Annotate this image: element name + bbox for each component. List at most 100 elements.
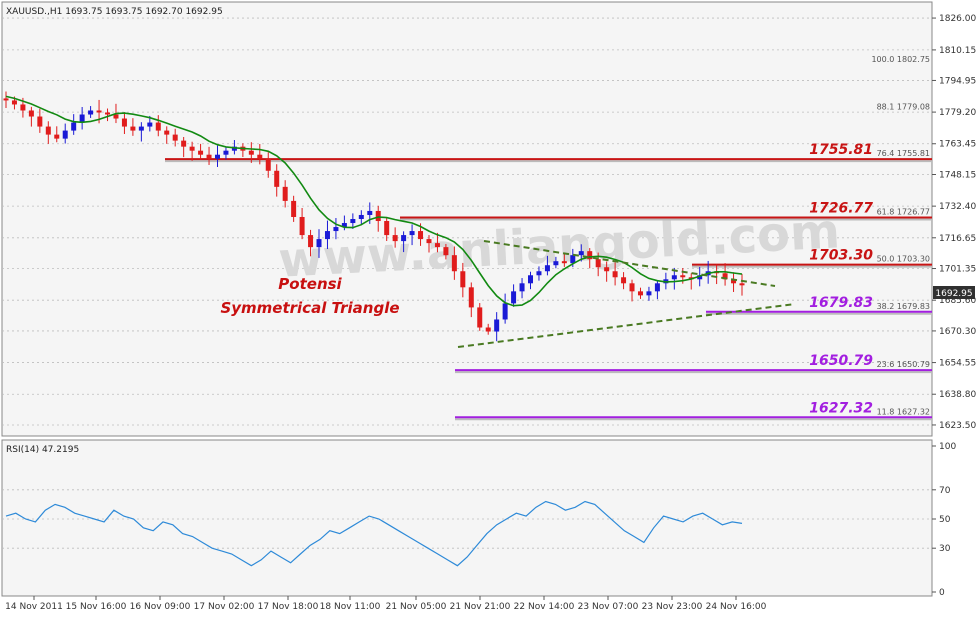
candle-body	[28, 110, 34, 117]
candle-body	[502, 303, 508, 320]
fib-label: 23.6 1650.79	[877, 360, 930, 369]
candle-body	[54, 134, 60, 139]
candle-body	[536, 271, 542, 276]
candle-body	[654, 283, 660, 292]
candle-body	[257, 154, 263, 159]
candle-body	[71, 122, 77, 131]
rsi-plot-area[interactable]	[1, 439, 933, 597]
candle-body	[96, 110, 102, 113]
candle-body	[443, 247, 449, 256]
fib-label: 88.1 1779.08	[877, 102, 930, 111]
candle-body	[130, 126, 136, 131]
fib-label: 50.0 1703.30	[877, 255, 930, 264]
time-tick-label: 18 Nov 11:00	[320, 602, 381, 612]
candle-body	[350, 219, 356, 224]
candle-body	[646, 291, 652, 296]
candle-body	[680, 275, 686, 278]
price-tick-label: 1732.40	[939, 202, 976, 212]
price-tick-label: 1670.30	[939, 327, 976, 337]
candle-body	[274, 170, 280, 187]
candle-body	[358, 214, 364, 219]
candle-body	[511, 291, 517, 304]
rsi-tick-label: 70	[939, 486, 951, 496]
candle-body	[637, 291, 643, 296]
rsi-axis: 100 70 50 30 0	[932, 442, 956, 598]
fib-label: 100.0 1802.75	[871, 55, 930, 64]
candle-body	[20, 104, 26, 111]
price-tick-label: 1638.80	[939, 390, 976, 400]
candle-body	[384, 221, 390, 236]
candle-body	[282, 186, 288, 201]
level-value-label: 1755.81	[809, 142, 873, 158]
candle-body	[189, 146, 195, 151]
candle-body	[401, 235, 407, 242]
fib-label: 11.8 1627.32	[877, 407, 930, 416]
fib-label: 76.4 1755.81	[877, 149, 930, 158]
candle-body	[62, 130, 68, 139]
candle-body	[138, 126, 144, 131]
candle-body	[11, 100, 17, 105]
candle-body	[434, 243, 440, 248]
time-tick-label: 24 Nov 16:00	[706, 602, 767, 612]
candle-body	[451, 255, 457, 272]
level-value-label: 1726.77	[809, 200, 873, 216]
candle-body	[308, 235, 314, 248]
candle-body	[299, 216, 305, 236]
candle-body	[248, 150, 254, 155]
time-tick-label: 21 Nov 21:00	[450, 602, 511, 612]
level-value-label: 1650.79	[809, 353, 873, 369]
candle-body	[528, 275, 534, 284]
time-tick-label: 22 Nov 14:00	[514, 602, 575, 612]
candle-body	[147, 122, 153, 127]
candle-body	[333, 227, 339, 232]
fib-label: 61.8 1726.77	[877, 207, 930, 216]
level-value-label: 1679.83	[809, 295, 873, 311]
candle-body	[621, 277, 627, 284]
candle-body	[367, 210, 373, 215]
candle-body	[198, 150, 204, 155]
price-tick-label: 1826.00	[939, 14, 976, 24]
price-tick-label: 1779.20	[939, 108, 976, 118]
level-value-label: 1627.32	[809, 400, 873, 416]
price-axis: 1826.00 1810.15 1794.95 1779.20 1763.45 1748.…	[932, 14, 976, 431]
candle-body	[181, 140, 187, 147]
rsi-label: RSI(14) 47.2195	[6, 445, 79, 455]
candle-body	[375, 210, 381, 222]
price-tick-label: 1716.65	[939, 234, 976, 244]
candle-body	[477, 307, 483, 328]
time-tick-label: 17 Nov 02:00	[194, 602, 255, 612]
current-price-marker: 1692.95	[933, 286, 975, 299]
time-tick-label: 17 Nov 18:00	[258, 602, 319, 612]
candle-body	[172, 134, 178, 141]
time-tick-label: 23 Nov 07:00	[578, 602, 639, 612]
candle-body	[113, 114, 119, 119]
candle-body	[392, 235, 398, 242]
candle-body	[494, 319, 500, 332]
candle-body	[468, 287, 474, 308]
price-chart[interactable]: 100.0 1802.7588.1 1779.08 www.anliangold…	[0, 0, 976, 616]
candle-body	[485, 327, 491, 332]
candle-body	[37, 116, 43, 127]
candle-body	[105, 112, 111, 115]
time-tick-label: 14 Nov 2011	[5, 602, 63, 612]
candle-body	[578, 251, 584, 256]
candle-body	[291, 200, 297, 217]
candle-body	[739, 283, 745, 286]
candle-body	[155, 122, 161, 131]
price-tick-label: 1654.55	[939, 359, 976, 369]
rsi-tick-label: 100	[939, 442, 956, 452]
price-tick-label: 1794.95	[939, 76, 976, 86]
candle-body	[409, 231, 415, 236]
annotation-line-2: Symmetrical Triangle	[220, 299, 399, 317]
candle-body	[121, 118, 127, 127]
candle-body	[426, 239, 432, 244]
time-tick-label: 21 Nov 05:00	[386, 602, 447, 612]
chart-window: 100.0 1802.75 88.1 1779.08 www.anliangold…	[0, 0, 976, 616]
candle-body	[595, 259, 601, 268]
candle-body	[460, 271, 466, 288]
rsi-tick-label: 50	[939, 515, 951, 525]
candle-body	[3, 98, 9, 101]
candle-body	[265, 158, 271, 171]
candle-body	[206, 154, 212, 159]
candle-body	[214, 154, 220, 159]
